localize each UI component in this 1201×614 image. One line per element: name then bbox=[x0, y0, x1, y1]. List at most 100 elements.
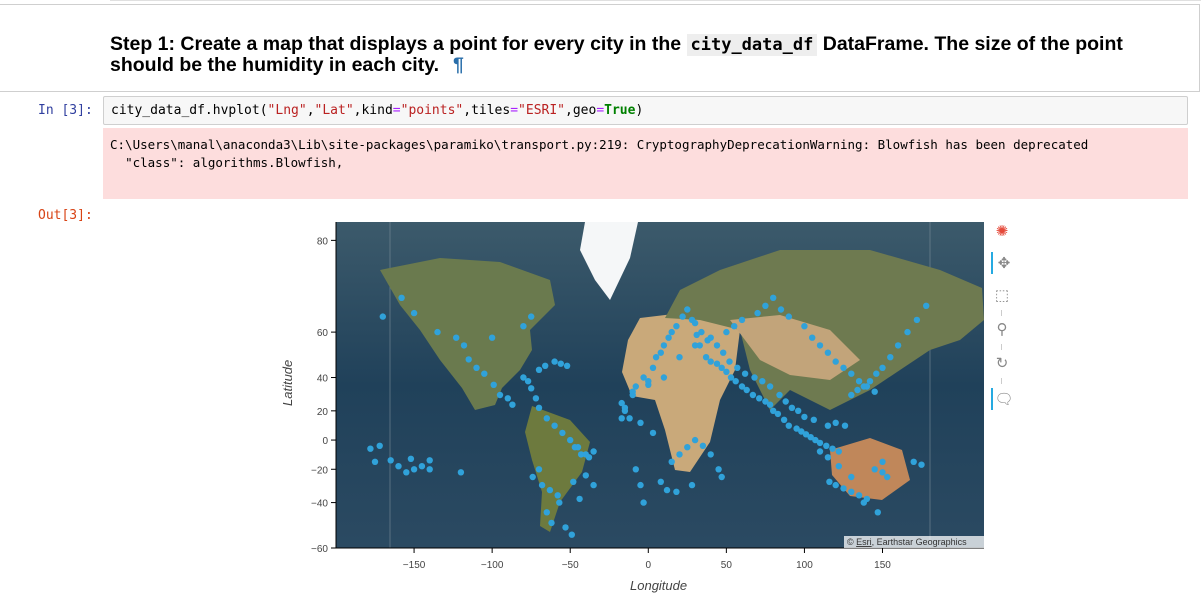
city-point bbox=[835, 448, 842, 455]
y-tick-label: −20 bbox=[311, 465, 328, 476]
city-point bbox=[665, 334, 672, 341]
city-point bbox=[824, 454, 832, 461]
city-point bbox=[490, 381, 497, 388]
markdown-heading: Step 1: Create a map that displays a poi… bbox=[110, 34, 1180, 75]
city-point bbox=[698, 328, 705, 336]
reset-icon[interactable]: ↻ bbox=[991, 352, 1013, 374]
city-point bbox=[879, 469, 886, 476]
city-point bbox=[660, 374, 668, 381]
city-point bbox=[707, 451, 714, 458]
city-point bbox=[848, 488, 855, 495]
y-tick-label: −60 bbox=[311, 544, 328, 555]
svg-text:© Esri, Earthstar Geographics: © Esri, Earthstar Geographics bbox=[847, 537, 967, 547]
city-point bbox=[524, 378, 532, 385]
city-point bbox=[582, 472, 589, 479]
city-point bbox=[640, 499, 647, 506]
city-point bbox=[535, 404, 543, 411]
city-point bbox=[637, 481, 644, 489]
city-point bbox=[465, 356, 472, 363]
city-point bbox=[848, 391, 855, 399]
city-point bbox=[618, 415, 625, 422]
wheel-zoom-icon[interactable]: ⚲ bbox=[991, 318, 1013, 340]
city-point bbox=[713, 342, 721, 349]
city-point bbox=[585, 454, 593, 461]
city-point bbox=[673, 488, 680, 495]
x-axis-label: Longitude bbox=[630, 578, 688, 593]
city-point bbox=[741, 370, 749, 377]
city-point bbox=[840, 364, 847, 371]
city-point bbox=[426, 466, 433, 473]
stderr-output: C:\Users\manal\anaconda3\Lib\site-packag… bbox=[103, 128, 1188, 199]
city-point bbox=[832, 419, 839, 426]
city-point bbox=[816, 448, 824, 455]
city-point bbox=[863, 383, 871, 390]
box-zoom-icon[interactable]: ⬚ bbox=[991, 284, 1013, 306]
city-point bbox=[557, 360, 564, 367]
city-point bbox=[855, 378, 863, 385]
city-point bbox=[879, 458, 886, 465]
city-point bbox=[554, 492, 561, 499]
city-point bbox=[563, 362, 571, 369]
city-point bbox=[542, 362, 549, 369]
city-point bbox=[726, 358, 733, 365]
bokeh-logo-icon[interactable]: ✺ bbox=[991, 220, 1013, 242]
city-point bbox=[766, 383, 774, 390]
city-point bbox=[562, 524, 569, 531]
city-point bbox=[732, 378, 739, 385]
map-plot[interactable]: 806040200−20−40−60 −150 −100 −50 0 50 100 150 … bbox=[270, 210, 1030, 605]
city-point bbox=[488, 334, 496, 341]
city-point bbox=[894, 342, 902, 349]
city-point bbox=[854, 386, 861, 394]
city-point bbox=[618, 399, 625, 407]
city-point bbox=[473, 364, 480, 371]
city-point bbox=[567, 436, 574, 444]
city-point bbox=[734, 364, 741, 371]
heading-text-1: Step 1: Create a map that displays a poi… bbox=[110, 33, 687, 55]
y-tick-label: 0 bbox=[322, 436, 328, 447]
x-tick-label: 50 bbox=[721, 560, 733, 571]
hover-icon[interactable]: 🗨 bbox=[991, 388, 1015, 410]
city-point bbox=[410, 466, 418, 473]
city-point bbox=[829, 445, 836, 452]
code-input[interactable]: city_data_df.hvplot("Lng","Lat",kind="po… bbox=[103, 96, 1188, 125]
city-point bbox=[559, 429, 566, 437]
city-point bbox=[832, 358, 839, 365]
city-point bbox=[626, 415, 633, 422]
city-point bbox=[759, 378, 766, 385]
city-point bbox=[860, 499, 867, 506]
city-point bbox=[707, 358, 714, 365]
city-point bbox=[621, 407, 629, 414]
city-point bbox=[871, 466, 878, 473]
attribution: © Esri, Earthstar Geographics bbox=[844, 536, 984, 548]
city-point bbox=[704, 337, 711, 344]
city-point bbox=[660, 342, 668, 349]
pan-icon[interactable]: ✥ bbox=[991, 252, 1015, 274]
city-point bbox=[568, 531, 575, 538]
city-point bbox=[535, 366, 543, 373]
city-point bbox=[691, 319, 699, 327]
city-point bbox=[809, 334, 816, 341]
city-point bbox=[395, 463, 402, 470]
city-point bbox=[520, 323, 527, 330]
city-point bbox=[782, 398, 789, 405]
city-point bbox=[770, 294, 777, 301]
city-point bbox=[574, 444, 582, 451]
esri-link[interactable]: Esri bbox=[856, 537, 872, 547]
city-point bbox=[371, 458, 379, 465]
city-point bbox=[556, 499, 563, 506]
city-point bbox=[762, 302, 769, 309]
city-point bbox=[887, 354, 894, 361]
city-point bbox=[776, 391, 783, 399]
city-point bbox=[434, 328, 441, 336]
city-point bbox=[810, 416, 817, 423]
y-axis-label-wrap: Latitude bbox=[280, 360, 326, 421]
output-prompt: Out[3]: bbox=[38, 208, 93, 223]
x-tick-label: 0 bbox=[646, 560, 652, 571]
y-axis: 806040200−20−40−60 bbox=[311, 222, 337, 555]
anchor-link[interactable]: ¶ bbox=[453, 54, 464, 76]
y-axis-label: Latitude bbox=[280, 359, 295, 406]
city-point bbox=[923, 302, 930, 309]
city-point bbox=[841, 422, 849, 429]
city-point bbox=[840, 485, 847, 492]
city-point bbox=[632, 466, 639, 473]
